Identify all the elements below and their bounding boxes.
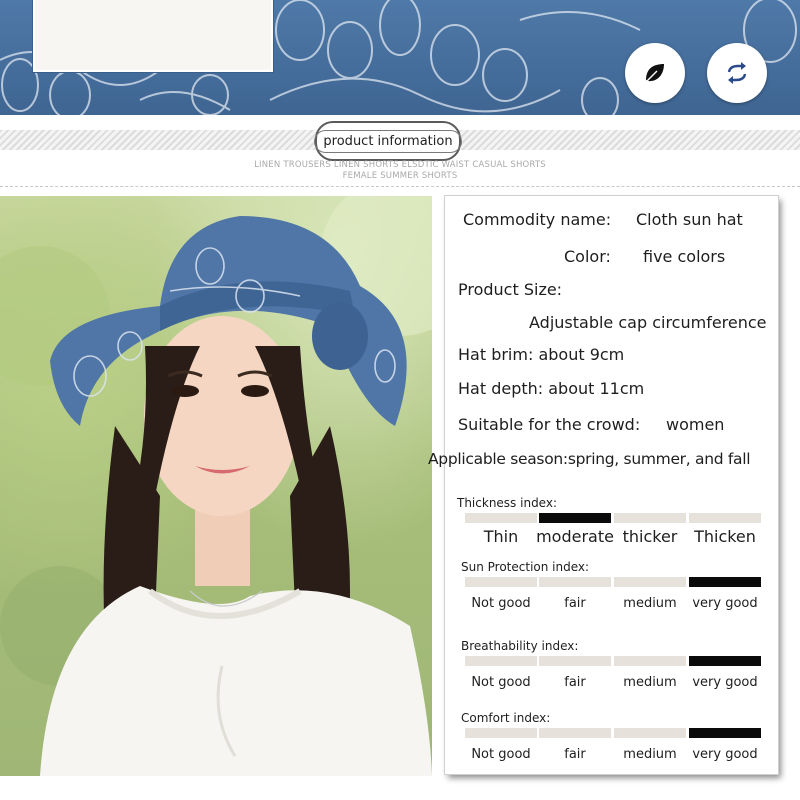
index-bar (465, 513, 537, 523)
index-level-label: fair (564, 596, 586, 611)
index-bar (689, 513, 761, 523)
index-bar (614, 656, 686, 666)
index-level-label: very good (692, 596, 758, 611)
crowd-label: Suitable for the crowd: (458, 415, 641, 434)
color-value: five colors (643, 247, 726, 266)
crowd-value: women (666, 415, 725, 434)
commodity-label: Commodity name: (463, 210, 612, 229)
color-label: Color: (564, 247, 611, 266)
commodity-value: Cloth sun hat (636, 210, 743, 229)
index-bar (689, 656, 761, 666)
size-label: Product Size: (458, 280, 563, 299)
index-bar (539, 656, 611, 666)
index-level-label: thicker (622, 527, 678, 546)
index-bar (539, 513, 611, 523)
index-bar (465, 656, 537, 666)
index-level-label: fair (564, 675, 586, 690)
leaf-button[interactable] (625, 43, 685, 103)
index-bar (689, 728, 761, 738)
index-bar (614, 728, 686, 738)
index-bar (539, 728, 611, 738)
divider (0, 186, 800, 187)
info-panel (33, 0, 273, 72)
depth-spec: Hat depth: about 11cm (458, 379, 645, 398)
index-title: Sun Protection index: (461, 560, 590, 574)
brim-spec: Hat brim: about 9cm (458, 345, 625, 364)
caption-line-1: LINEN TROUSERS LINEN SHORTS ELSDTIC WAIS… (254, 160, 546, 170)
index-level-label: moderate (536, 527, 614, 546)
index-level-label: Not good (471, 675, 531, 690)
index-bar (689, 577, 761, 587)
swap-arrows-icon (727, 62, 747, 84)
index-title: Thickness index: (457, 496, 557, 510)
index-level-label: medium (623, 675, 677, 690)
section-title: product information (314, 129, 462, 153)
index-level-label: Not good (471, 747, 531, 762)
index-bar (465, 577, 537, 587)
caption-line-2: FEMALE SUMMER SHORTS (342, 171, 458, 181)
product-photo (0, 196, 432, 776)
index-level-label: medium (623, 596, 677, 611)
index-level-label: very good (692, 747, 758, 762)
index-title: Breathability index: (461, 639, 579, 653)
index-bar (614, 513, 686, 523)
season-spec: Applicable season:spring, summer, and fa… (428, 450, 751, 468)
index-title: Comfort index: (461, 711, 551, 725)
leaf-icon (646, 64, 664, 82)
index-bar (539, 577, 611, 587)
index-level-label: Thin (483, 527, 519, 546)
swap-button[interactable] (707, 43, 767, 103)
index-level-label: medium (623, 747, 677, 762)
index-level-label: fair (564, 747, 586, 762)
index-level-label: Thicken (694, 527, 756, 546)
sub-caption: LINEN TROUSERS LINEN SHORTS ELSDTIC WAIS… (220, 160, 580, 182)
index-level-label: very good (692, 675, 758, 690)
model-illustration (0, 196, 432, 776)
size-value: Adjustable cap circumference (529, 313, 767, 332)
section-badge: product information (314, 121, 462, 161)
top-banner (0, 0, 800, 115)
index-bar (614, 577, 686, 587)
spec-card: Commodity name: Cloth sun hat Color: fiv… (428, 196, 778, 774)
index-level-label: Not good (471, 596, 531, 611)
index-bar (465, 728, 537, 738)
